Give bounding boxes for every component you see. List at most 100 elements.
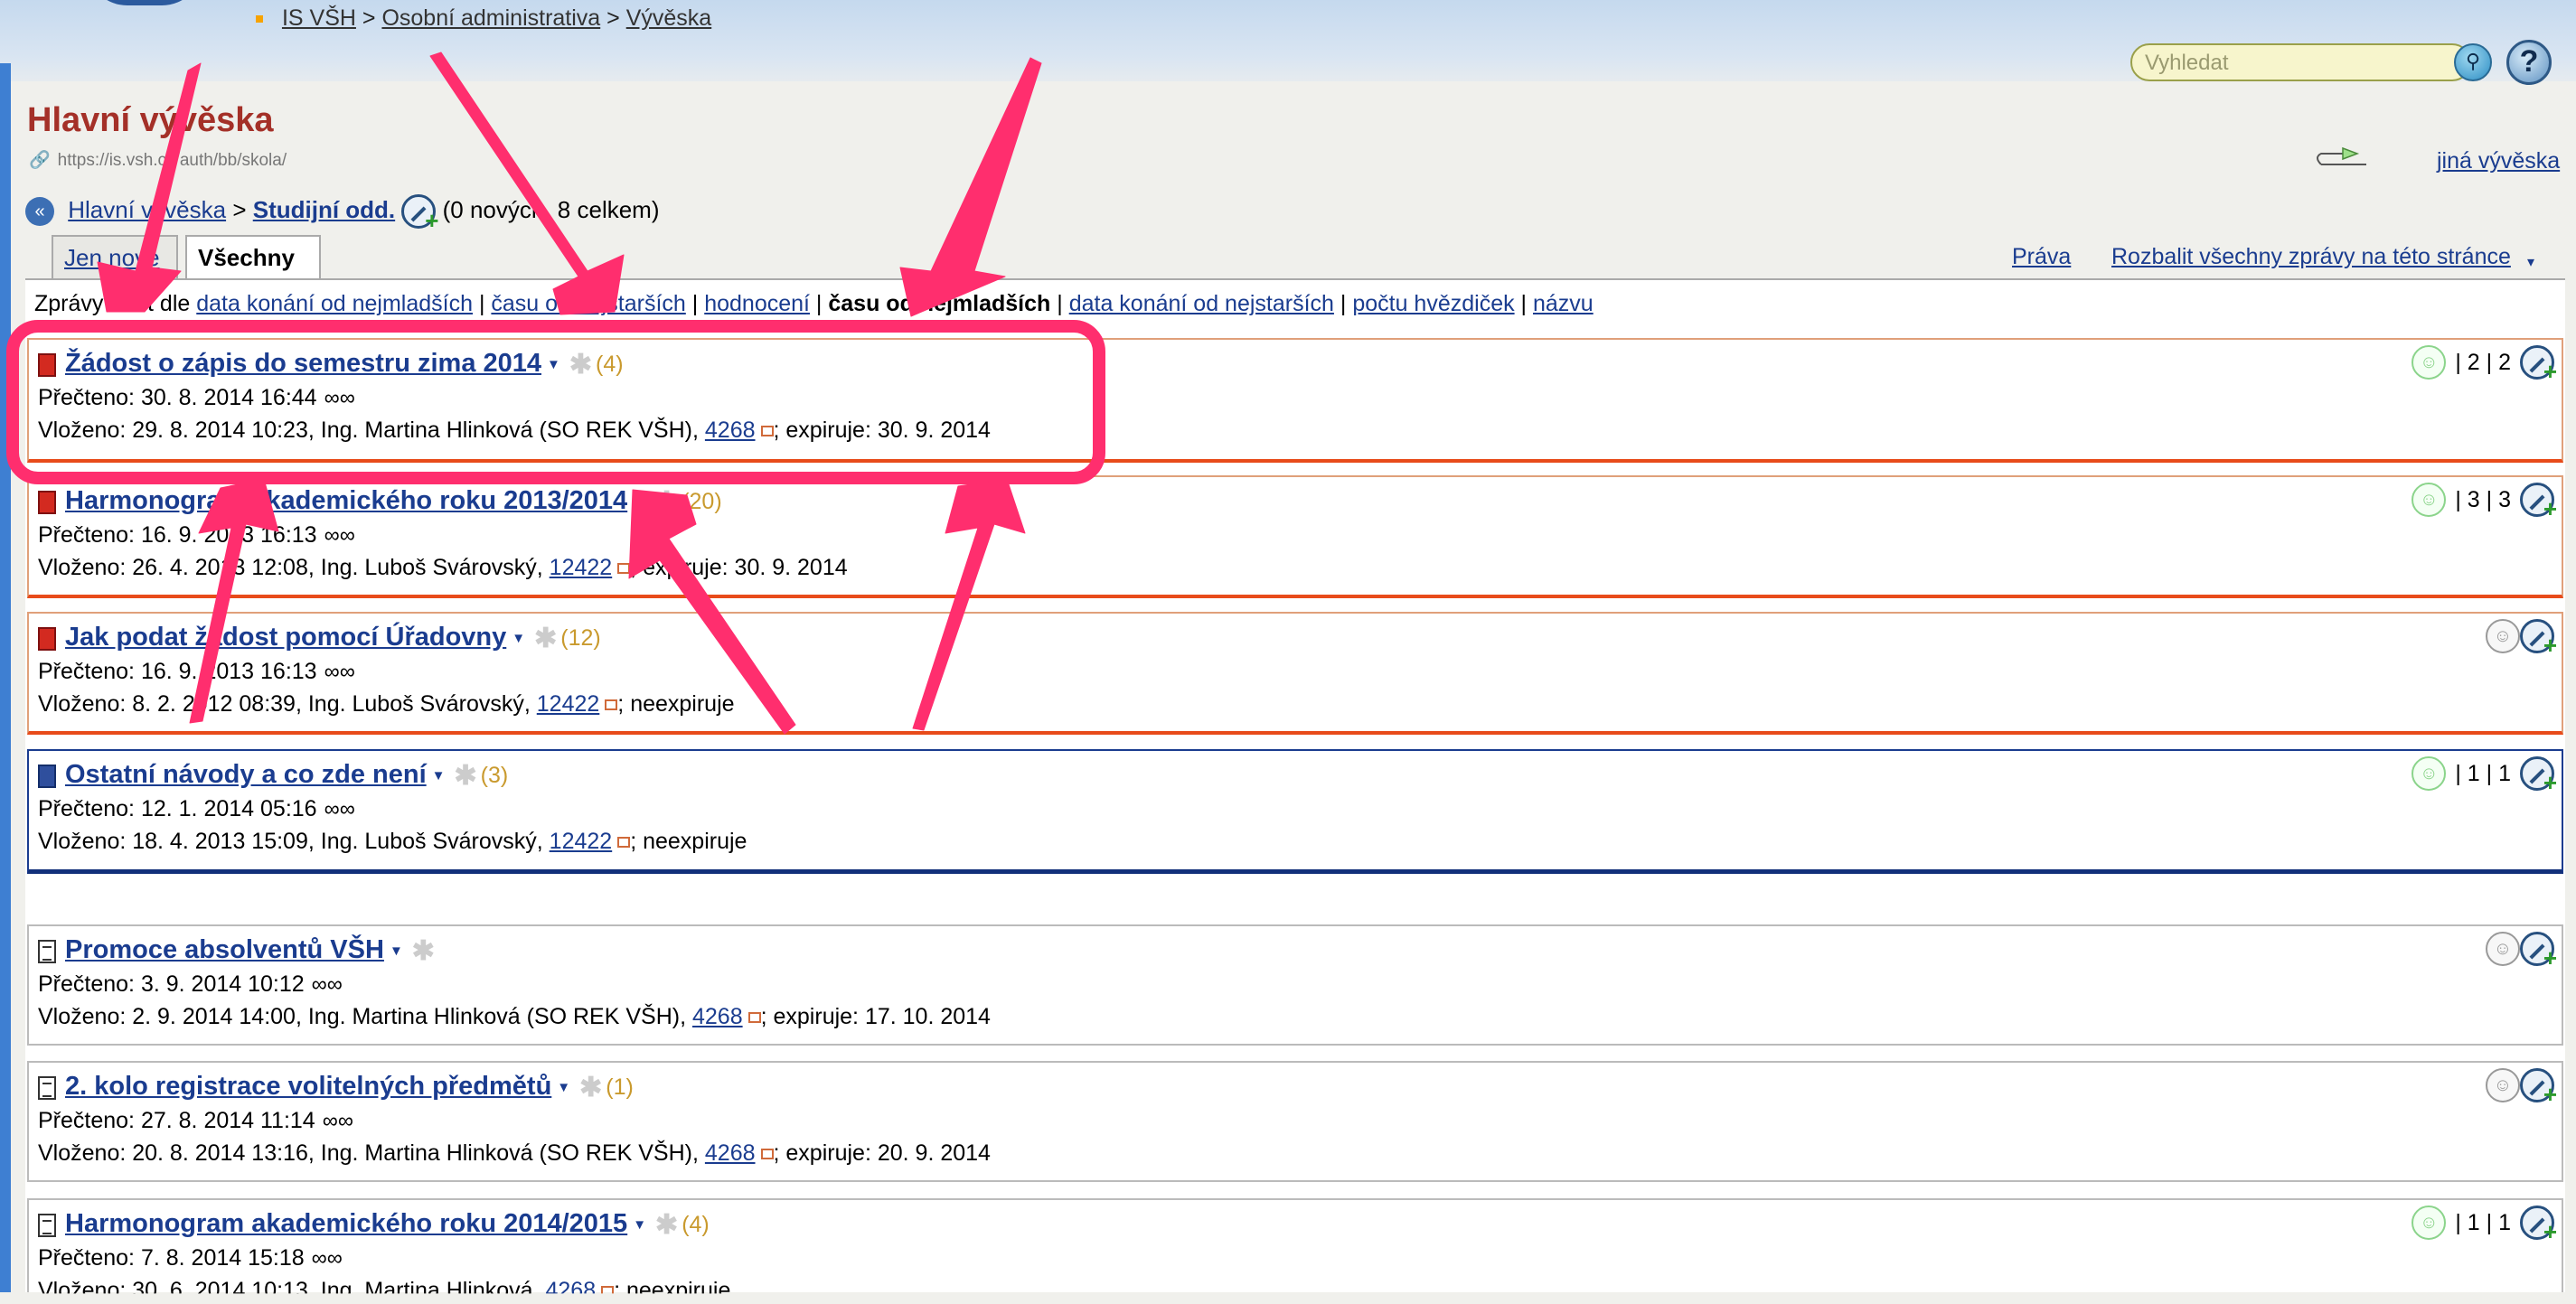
expand-all-link[interactable]: Rozbalit všechny zprávy na této stránce bbox=[2111, 244, 2511, 270]
chevron-down-icon[interactable]: ▼ bbox=[633, 1217, 646, 1233]
smile-icon[interactable]: ☺ bbox=[2411, 1205, 2447, 1240]
smile-icon[interactable]: ☺ bbox=[2411, 345, 2447, 380]
reply-icon[interactable] bbox=[2520, 483, 2557, 523]
expiry: ; expiruje: 20. 9. 2014 bbox=[773, 1140, 991, 1166]
star-icon[interactable]: ✱ bbox=[579, 1072, 602, 1103]
message-title[interactable]: Harmonogram akademického roku 2013/2014 bbox=[65, 486, 627, 515]
reply-icon[interactable] bbox=[2520, 1068, 2557, 1109]
nav-root-link[interactable]: Hlavní vývěska bbox=[68, 196, 226, 223]
star-icon[interactable]: ✱ bbox=[655, 486, 678, 518]
author-id-link[interactable]: 4268 bbox=[545, 1278, 596, 1293]
breadcrumb-is[interactable]: IS VŠH bbox=[282, 5, 356, 31]
inserted-info: Vloženo: 29. 8. 2014 10:23, Ing. Martina… bbox=[38, 417, 699, 443]
chevron-down-icon[interactable]: ▼ bbox=[557, 1080, 570, 1095]
add-message-icon[interactable] bbox=[401, 194, 438, 235]
rights-link[interactable]: Práva bbox=[2012, 244, 2071, 270]
chevron-down-icon[interactable]: ▾ bbox=[2527, 253, 2534, 271]
star-icon[interactable]: ✱ bbox=[412, 935, 435, 967]
author-id-link[interactable]: 4268 bbox=[705, 417, 756, 443]
message-title[interactable]: Jak podat žádost pomocí Úřadovny bbox=[65, 623, 506, 652]
message-title[interactable]: 2. kolo registrace volitelných předmětů bbox=[65, 1072, 551, 1101]
star-icon[interactable]: ✱ bbox=[455, 760, 477, 792]
nav-current-link[interactable]: Studijní odd. bbox=[253, 196, 395, 223]
reply-icon[interactable] bbox=[2520, 1205, 2557, 1246]
author-id-link[interactable]: 4268 bbox=[705, 1140, 756, 1166]
glasses-icon: ∞∞ bbox=[322, 1109, 353, 1133]
logo[interactable] bbox=[86, 0, 203, 5]
smile-icon[interactable]: ☺ bbox=[2486, 1068, 2520, 1102]
other-board-link[interactable]: jiná vývěska bbox=[2437, 148, 2560, 174]
message-author-icon[interactable] bbox=[617, 837, 631, 849]
tab-all[interactable]: Všechny bbox=[185, 235, 321, 280]
author-id-link[interactable]: 12422 bbox=[550, 555, 613, 580]
star-icon[interactable]: ✱ bbox=[569, 349, 592, 380]
star-icon[interactable]: ✱ bbox=[655, 1209, 678, 1241]
rating: | 2 | 2 bbox=[2455, 349, 2511, 375]
left-stripe bbox=[0, 63, 11, 1292]
expiry: ; neexpiruje bbox=[617, 691, 735, 717]
message-title[interactable]: Promoce absolventů VŠH bbox=[65, 935, 384, 964]
folder-nav: « Hlavní vývěska > Studijní odd. (0 nový… bbox=[25, 194, 660, 235]
search-icon[interactable]: ⚲ bbox=[2454, 43, 2492, 81]
message-author-icon[interactable] bbox=[760, 1149, 774, 1160]
message-title[interactable]: Harmonogram akademického roku 2014/2015 bbox=[65, 1209, 627, 1238]
expiry: ; expiruje: 30. 9. 2014 bbox=[773, 417, 991, 443]
star-count: (4) bbox=[596, 352, 624, 378]
message-item: Promoce absolventů VŠH ▼ ✱ Přečteno: 3. 9.… bbox=[27, 924, 2563, 1046]
rating: | 3 | 3 bbox=[2455, 486, 2511, 512]
smile-icon[interactable]: ☺ bbox=[2486, 932, 2520, 966]
reply-icon[interactable] bbox=[2520, 619, 2557, 660]
chevron-down-icon[interactable]: ▼ bbox=[432, 768, 446, 783]
star-icon[interactable]: ✱ bbox=[534, 623, 557, 654]
sort-option[interactable]: času od nejstarších bbox=[491, 291, 685, 316]
sort-option[interactable]: data konání od nejstarších bbox=[1069, 291, 1334, 316]
switch-board-icon[interactable] bbox=[2312, 145, 2375, 172]
reply-icon[interactable] bbox=[2520, 756, 2557, 797]
document-icon bbox=[38, 1213, 56, 1237]
author-id-link[interactable]: 12422 bbox=[537, 691, 600, 717]
reply-icon[interactable] bbox=[2520, 345, 2557, 386]
sort-option[interactable]: názvu bbox=[1533, 291, 1594, 316]
star-count: (1) bbox=[606, 1074, 634, 1101]
chevron-down-icon[interactable]: ▼ bbox=[390, 943, 403, 959]
message-author-icon[interactable] bbox=[617, 563, 631, 575]
read-time: Přečteno: 16. 9. 2013 16:13 bbox=[38, 522, 317, 548]
search-input[interactable]: Vyhledat bbox=[2130, 43, 2471, 81]
page-url-text: https://is.vsh.cz/auth/bb/skola/ bbox=[57, 151, 287, 170]
reply-icon[interactable] bbox=[2520, 932, 2557, 972]
breadcrumb-board[interactable]: Vývěska bbox=[626, 5, 711, 31]
message-title[interactable]: Žádost o zápis do semestru zima 2014 bbox=[65, 349, 541, 378]
chevron-down-icon[interactable]: ▼ bbox=[547, 357, 560, 372]
help-icon[interactable]: ? bbox=[2506, 40, 2552, 85]
author-id-link[interactable]: 4268 bbox=[692, 1004, 743, 1029]
inserted-info: Vloženo: 2. 9. 2014 14:00, Ing. Martina … bbox=[38, 1004, 687, 1029]
smile-icon[interactable]: ☺ bbox=[2486, 619, 2520, 653]
smile-icon[interactable]: ☺ bbox=[2411, 756, 2447, 791]
message-item: Žádost o zápis do semestru zima 2014 ▼ ✱ (4… bbox=[27, 338, 2563, 463]
message-title[interactable]: Ostatní návody a co zde není bbox=[65, 760, 427, 789]
breadcrumb-admin[interactable]: Osobní administrativa bbox=[381, 5, 600, 31]
read-time: Přečteno: 3. 9. 2014 10:12 bbox=[38, 971, 305, 997]
message-item: 2. kolo registrace volitelných předmětů ▼… bbox=[27, 1061, 2563, 1182]
message-author-icon[interactable] bbox=[747, 1012, 761, 1024]
sort-option[interactable]: počtu hvězdiček bbox=[1352, 291, 1514, 316]
back-icon[interactable]: « bbox=[25, 197, 54, 226]
sort-option[interactable]: hodnocení bbox=[704, 291, 810, 316]
glasses-icon: ∞∞ bbox=[324, 797, 355, 821]
author-id-link[interactable]: 12422 bbox=[550, 829, 613, 854]
expiry: ; expiruje: 17. 10. 2014 bbox=[760, 1004, 991, 1029]
chevron-down-icon[interactable]: ▼ bbox=[633, 494, 646, 510]
page-title: Hlavní vývěska bbox=[27, 101, 274, 139]
message-author-icon[interactable] bbox=[605, 699, 618, 711]
tab-new-only[interactable]: Jen nové bbox=[52, 235, 178, 278]
read-time: Přečteno: 12. 1. 2014 05:16 bbox=[38, 796, 317, 821]
expiry: ; neexpiruje bbox=[630, 829, 747, 854]
smile-icon[interactable]: ☺ bbox=[2411, 483, 2447, 517]
document-icon bbox=[38, 352, 56, 377]
link-icon: 🔗 bbox=[29, 151, 51, 170]
chevron-down-icon[interactable]: ▼ bbox=[512, 631, 525, 646]
inserted-info: Vloženo: 26. 4. 2013 12:08, Ing. Luboš S… bbox=[38, 555, 543, 580]
message-author-icon[interactable] bbox=[760, 426, 774, 437]
sort-option[interactable]: data konání od nejmladších bbox=[196, 291, 473, 316]
message-author-icon[interactable] bbox=[601, 1286, 615, 1294]
